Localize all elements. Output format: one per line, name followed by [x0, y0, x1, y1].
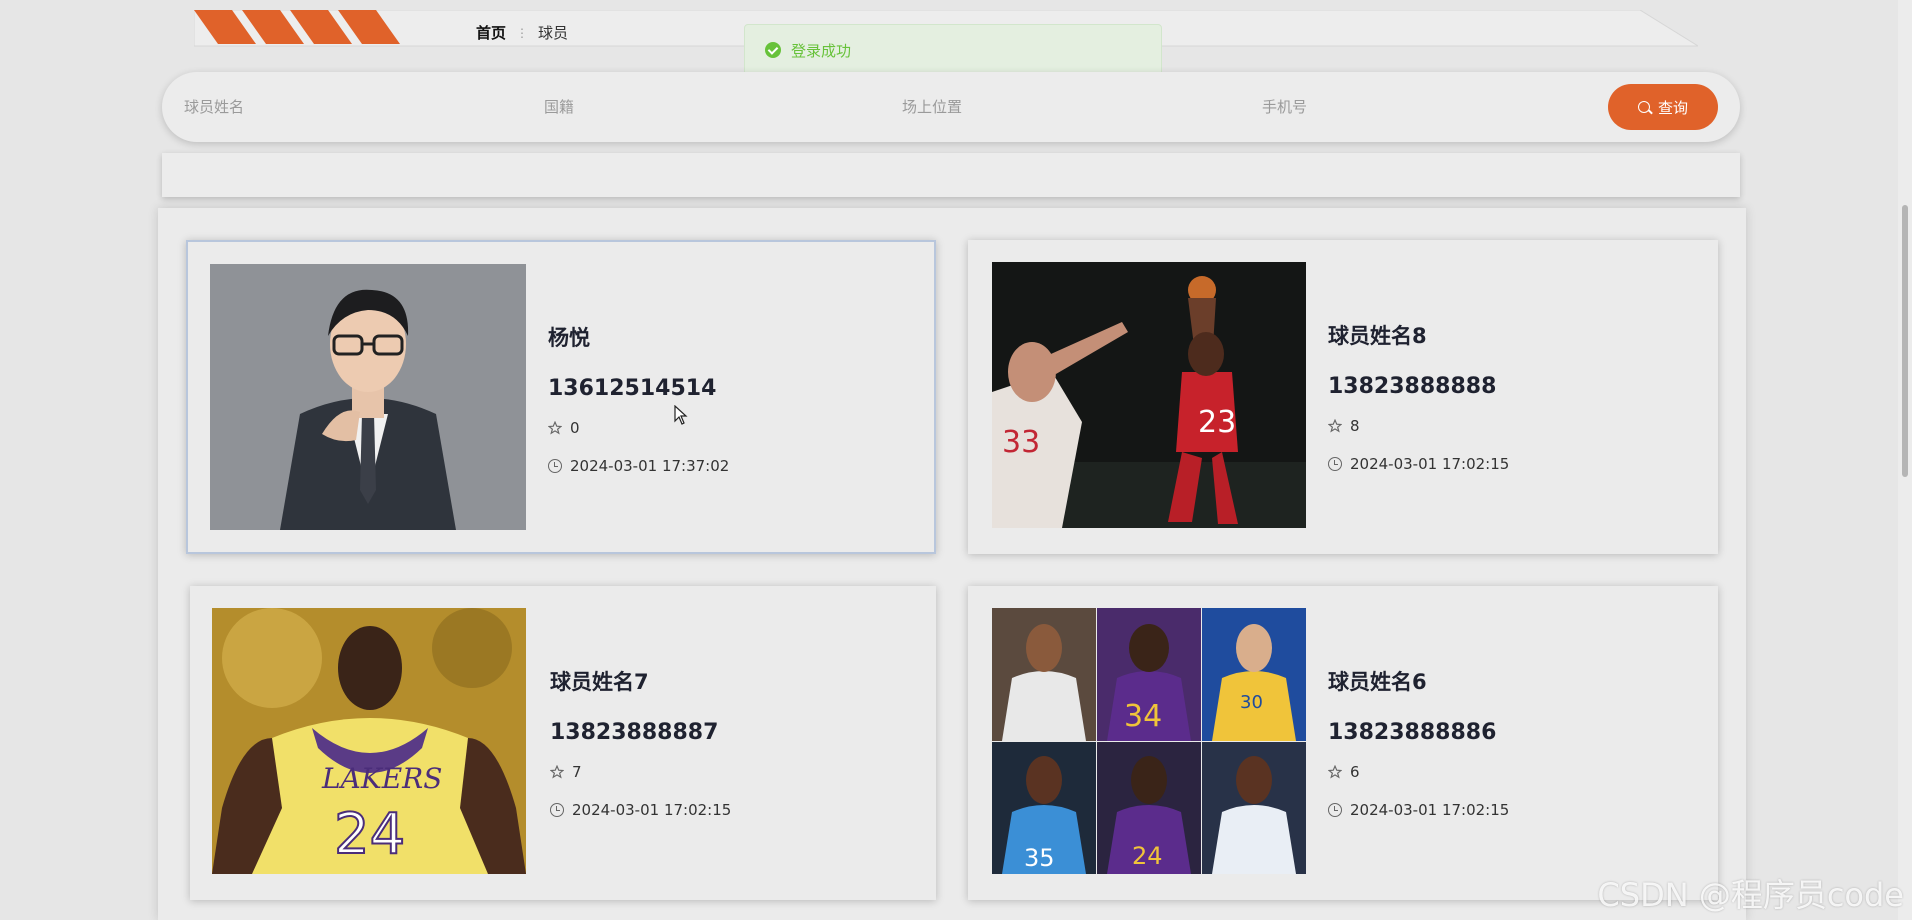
player-info: 球员姓名7 13823888887 7 2024-03-01 17:02:15: [550, 666, 731, 819]
created-time: 2024-03-01 17:37:02: [570, 457, 730, 475]
time-row: 2024-03-01 17:02:15: [1328, 801, 1509, 819]
check-circle-icon: [765, 42, 781, 58]
player-info: 球员姓名8 13823888888 8 2024-03-01 17:02:15: [1328, 320, 1509, 473]
phone-input[interactable]: [1262, 90, 1542, 124]
player-photo: 34 30 35 24: [992, 608, 1306, 874]
success-toast: 登录成功: [744, 24, 1162, 76]
likes-count: 0: [570, 419, 580, 437]
search-icon: [1637, 101, 1650, 113]
search-bar: 查询: [162, 72, 1740, 142]
player-card[interactable]: LAKERS 24 球员姓名7 13823888887 7 2024-03-01…: [190, 586, 936, 900]
player-card[interactable]: 34 30 35 24 球员姓名6 13823888886 6 2024-03-…: [968, 586, 1718, 900]
svg-text:LAKERS: LAKERS: [321, 762, 442, 795]
breadcrumb-separator: ⋮: [516, 25, 529, 40]
nationality-input[interactable]: [544, 90, 844, 124]
basketball-players-collage-image: 34 30 35 24: [992, 608, 1306, 874]
svg-text:34: 34: [1124, 699, 1162, 734]
player-name: 球员姓名7: [550, 670, 649, 694]
clock-icon: [550, 803, 564, 817]
search-button[interactable]: 查询: [1608, 84, 1718, 130]
likes-count: 8: [1350, 417, 1360, 435]
likes-row: 7: [550, 763, 731, 781]
likes-row: 0: [548, 419, 729, 437]
breadcrumb-current: 球员: [538, 24, 569, 42]
player-list-panel: 杨悦 13612514514 0 2024-03-01 17:37:02 23: [158, 208, 1746, 920]
player-phone: 13823888886: [1328, 720, 1497, 745]
player-phone: 13823888888: [1328, 374, 1497, 399]
likes-count: 6: [1350, 763, 1360, 781]
basketball-jump-shot-image: 23 33: [992, 262, 1306, 528]
created-time: 2024-03-01 17:02:15: [572, 801, 732, 819]
player-name-input[interactable]: [184, 90, 484, 124]
breadcrumb-home[interactable]: 首页: [476, 22, 506, 43]
search-button-label: 查询: [1657, 98, 1688, 117]
player-name: 杨悦: [548, 326, 590, 350]
star-icon: [1328, 419, 1342, 433]
player-photo: LAKERS 24: [212, 608, 526, 874]
vertical-scrollbar[interactable]: [1898, 0, 1912, 920]
watermark-text: CSDN @程序员code: [1597, 876, 1904, 914]
clock-icon: [548, 459, 562, 473]
position-input[interactable]: [902, 90, 1202, 124]
player-card[interactable]: 23 33 球员姓名8 13823888888 8 2024-03-01 17:…: [968, 240, 1718, 554]
svg-text:24: 24: [1132, 842, 1163, 870]
man-in-suit-portrait-image: [210, 264, 526, 530]
scrollbar-thumb[interactable]: [1902, 205, 1908, 477]
clock-icon: [1328, 803, 1342, 817]
time-row: 2024-03-01 17:02:15: [550, 801, 731, 819]
svg-text:23: 23: [1198, 405, 1236, 440]
likes-row: 8: [1328, 417, 1509, 435]
star-icon: [1328, 765, 1342, 779]
player-info: 杨悦 13612514514 0 2024-03-01 17:37:02: [548, 322, 729, 475]
player-info: 球员姓名6 13823888886 6 2024-03-01 17:02:15: [1328, 666, 1509, 819]
breadcrumb: 首页 ⋮ 球员: [476, 22, 568, 43]
player-phone: 13612514514: [548, 376, 717, 401]
player-name: 球员姓名6: [1328, 670, 1427, 694]
player-phone: 13823888887: [550, 720, 719, 745]
clock-icon: [1328, 457, 1342, 471]
player-photo: [210, 264, 526, 530]
created-time: 2024-03-01 17:02:15: [1350, 801, 1510, 819]
star-icon: [550, 765, 564, 779]
player-card[interactable]: 杨悦 13612514514 0 2024-03-01 17:37:02: [186, 240, 936, 554]
likes-count: 7: [572, 763, 582, 781]
svg-text:35: 35: [1024, 844, 1055, 872]
player-name: 球员姓名8: [1328, 324, 1427, 348]
lakers-24-player-image: LAKERS 24: [212, 608, 526, 874]
toolbar-strip: [162, 153, 1740, 197]
toast-message: 登录成功: [791, 41, 852, 60]
player-photo: 23 33: [992, 262, 1306, 528]
svg-text:33: 33: [1002, 425, 1040, 460]
svg-text:24: 24: [334, 802, 405, 867]
mouse-pointer-icon: [674, 405, 688, 425]
svg-text:30: 30: [1240, 692, 1263, 713]
time-row: 2024-03-01 17:37:02: [548, 457, 729, 475]
star-icon: [548, 421, 562, 435]
created-time: 2024-03-01 17:02:15: [1350, 455, 1510, 473]
likes-row: 6: [1328, 763, 1509, 781]
time-row: 2024-03-01 17:02:15: [1328, 455, 1509, 473]
